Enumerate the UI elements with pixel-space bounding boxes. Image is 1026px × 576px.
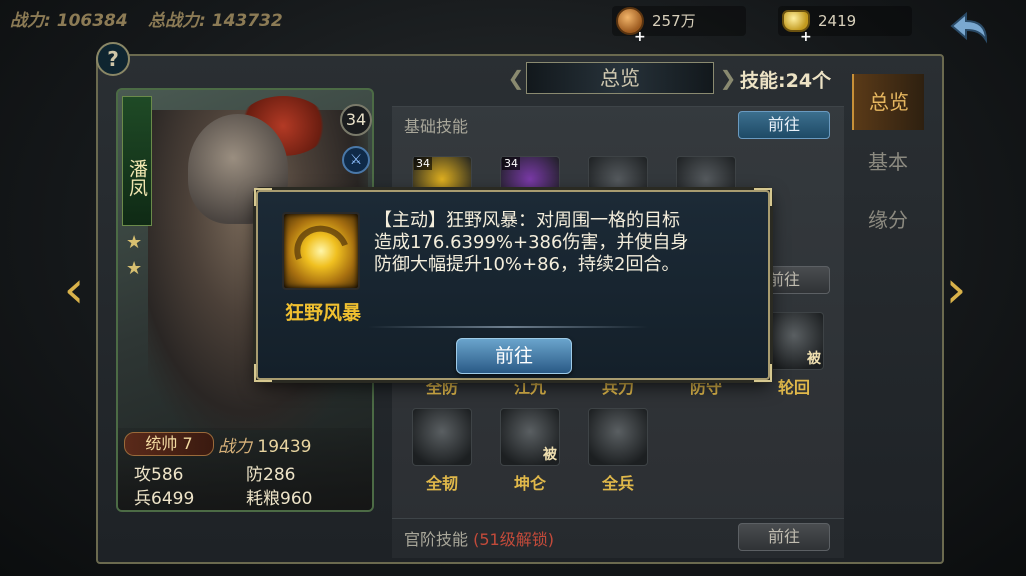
skill-level: 34 bbox=[414, 157, 432, 170]
total-power-label: 总战力: 143732 bbox=[148, 11, 283, 31]
skill-name: 坤仑 bbox=[513, 474, 546, 493]
coins-display[interactable]: + 257万 bbox=[612, 6, 746, 45]
sword-icon: ⚔ bbox=[342, 146, 370, 174]
skill-slot[interactable] bbox=[412, 408, 472, 466]
popup-skill-description: 【主动】狂野风暴：对周围一格的目标 造成176.6399%+386伤害，并使自身… bbox=[374, 210, 689, 275]
hero-level-badge: 34 bbox=[340, 104, 372, 136]
rank-lock-text: (51级解锁) bbox=[473, 530, 554, 549]
corner-ornament bbox=[754, 364, 772, 382]
star-icon: ★ bbox=[126, 232, 143, 253]
tab-overview[interactable]: 总览 bbox=[852, 74, 924, 130]
skill-slot[interactable] bbox=[588, 408, 648, 466]
add-coins-icon[interactable]: + bbox=[634, 22, 646, 52]
commander-tag: 统帅 7 bbox=[124, 432, 214, 456]
skill-level: 34 bbox=[502, 157, 520, 170]
popup-goto-button[interactable]: 前往 bbox=[456, 338, 572, 374]
tab-basic[interactable]: 基本 bbox=[852, 134, 924, 190]
hero-power: 战力 19439 bbox=[218, 437, 312, 457]
corner-ornament bbox=[254, 188, 272, 206]
help-button[interactable]: ? bbox=[96, 42, 130, 76]
prev-hero-arrow-icon[interactable]: ‹ bbox=[56, 262, 92, 318]
next-hero-arrow-icon[interactable]: › bbox=[938, 262, 974, 318]
skill-tooltip-popup: 狂野风暴 【主动】狂野风暴：对周围一格的目标 造成176.6399%+386伤害… bbox=[254, 188, 772, 382]
divider bbox=[368, 326, 648, 328]
defense-stat: 防286 bbox=[246, 465, 296, 485]
ingots-display[interactable]: + 2419 bbox=[778, 6, 912, 45]
banner-ornament-right-icon: ❯ bbox=[719, 66, 737, 90]
rank-goto-button[interactable]: 前往 bbox=[738, 523, 830, 551]
back-arrow-icon bbox=[950, 11, 988, 44]
power-value: 106384 bbox=[56, 11, 128, 31]
rank-skills-title: 官阶技能 (51级解锁) bbox=[404, 530, 554, 549]
star-icon: ★ bbox=[126, 258, 143, 279]
attack-stat: 攻586 bbox=[134, 465, 184, 485]
back-button[interactable] bbox=[948, 10, 990, 46]
skill-slot[interactable]: 被 bbox=[764, 312, 824, 370]
overview-banner: 总览 bbox=[526, 62, 714, 94]
hero-name: 潘凤 bbox=[122, 96, 152, 226]
skill-count: 技能:24个 bbox=[740, 70, 832, 92]
skill-name: 全兵 bbox=[601, 474, 634, 493]
skill-slot[interactable]: 被 bbox=[500, 408, 560, 466]
add-ingots-icon[interactable]: + bbox=[800, 22, 812, 52]
hero-stats: 统帅 7 战力 19439 攻586 防286 兵6499 耗粮960 bbox=[118, 428, 372, 510]
passive-tag: 被 bbox=[543, 447, 557, 463]
banner-ornament-left-icon: ❮ bbox=[507, 66, 525, 90]
wild-storm-skill-icon bbox=[282, 212, 360, 290]
corner-ornament bbox=[254, 364, 272, 382]
basic-skills-title: 基础技能 bbox=[404, 117, 469, 136]
skill-name: 全韧 bbox=[425, 474, 458, 493]
passive-tag: 被 bbox=[807, 351, 821, 367]
grain-stat: 耗粮960 bbox=[246, 489, 313, 509]
tab-fate[interactable]: 缘分 bbox=[852, 192, 924, 248]
skill-name: 轮回 bbox=[777, 378, 810, 397]
rank-skills-section: 官阶技能 (51级解锁) 前往 bbox=[392, 518, 844, 558]
total-power-value: 143732 bbox=[211, 11, 283, 31]
corner-ornament bbox=[754, 188, 772, 206]
coins-value: 257万 bbox=[652, 12, 696, 30]
popup-skill-name: 狂野风暴 bbox=[284, 302, 361, 324]
ingots-value: 2419 bbox=[818, 12, 857, 30]
power-label: 战力: 106384 bbox=[10, 11, 128, 31]
troops-stat: 兵6499 bbox=[134, 489, 195, 509]
basic-goto-button[interactable]: 前往 bbox=[738, 111, 830, 139]
